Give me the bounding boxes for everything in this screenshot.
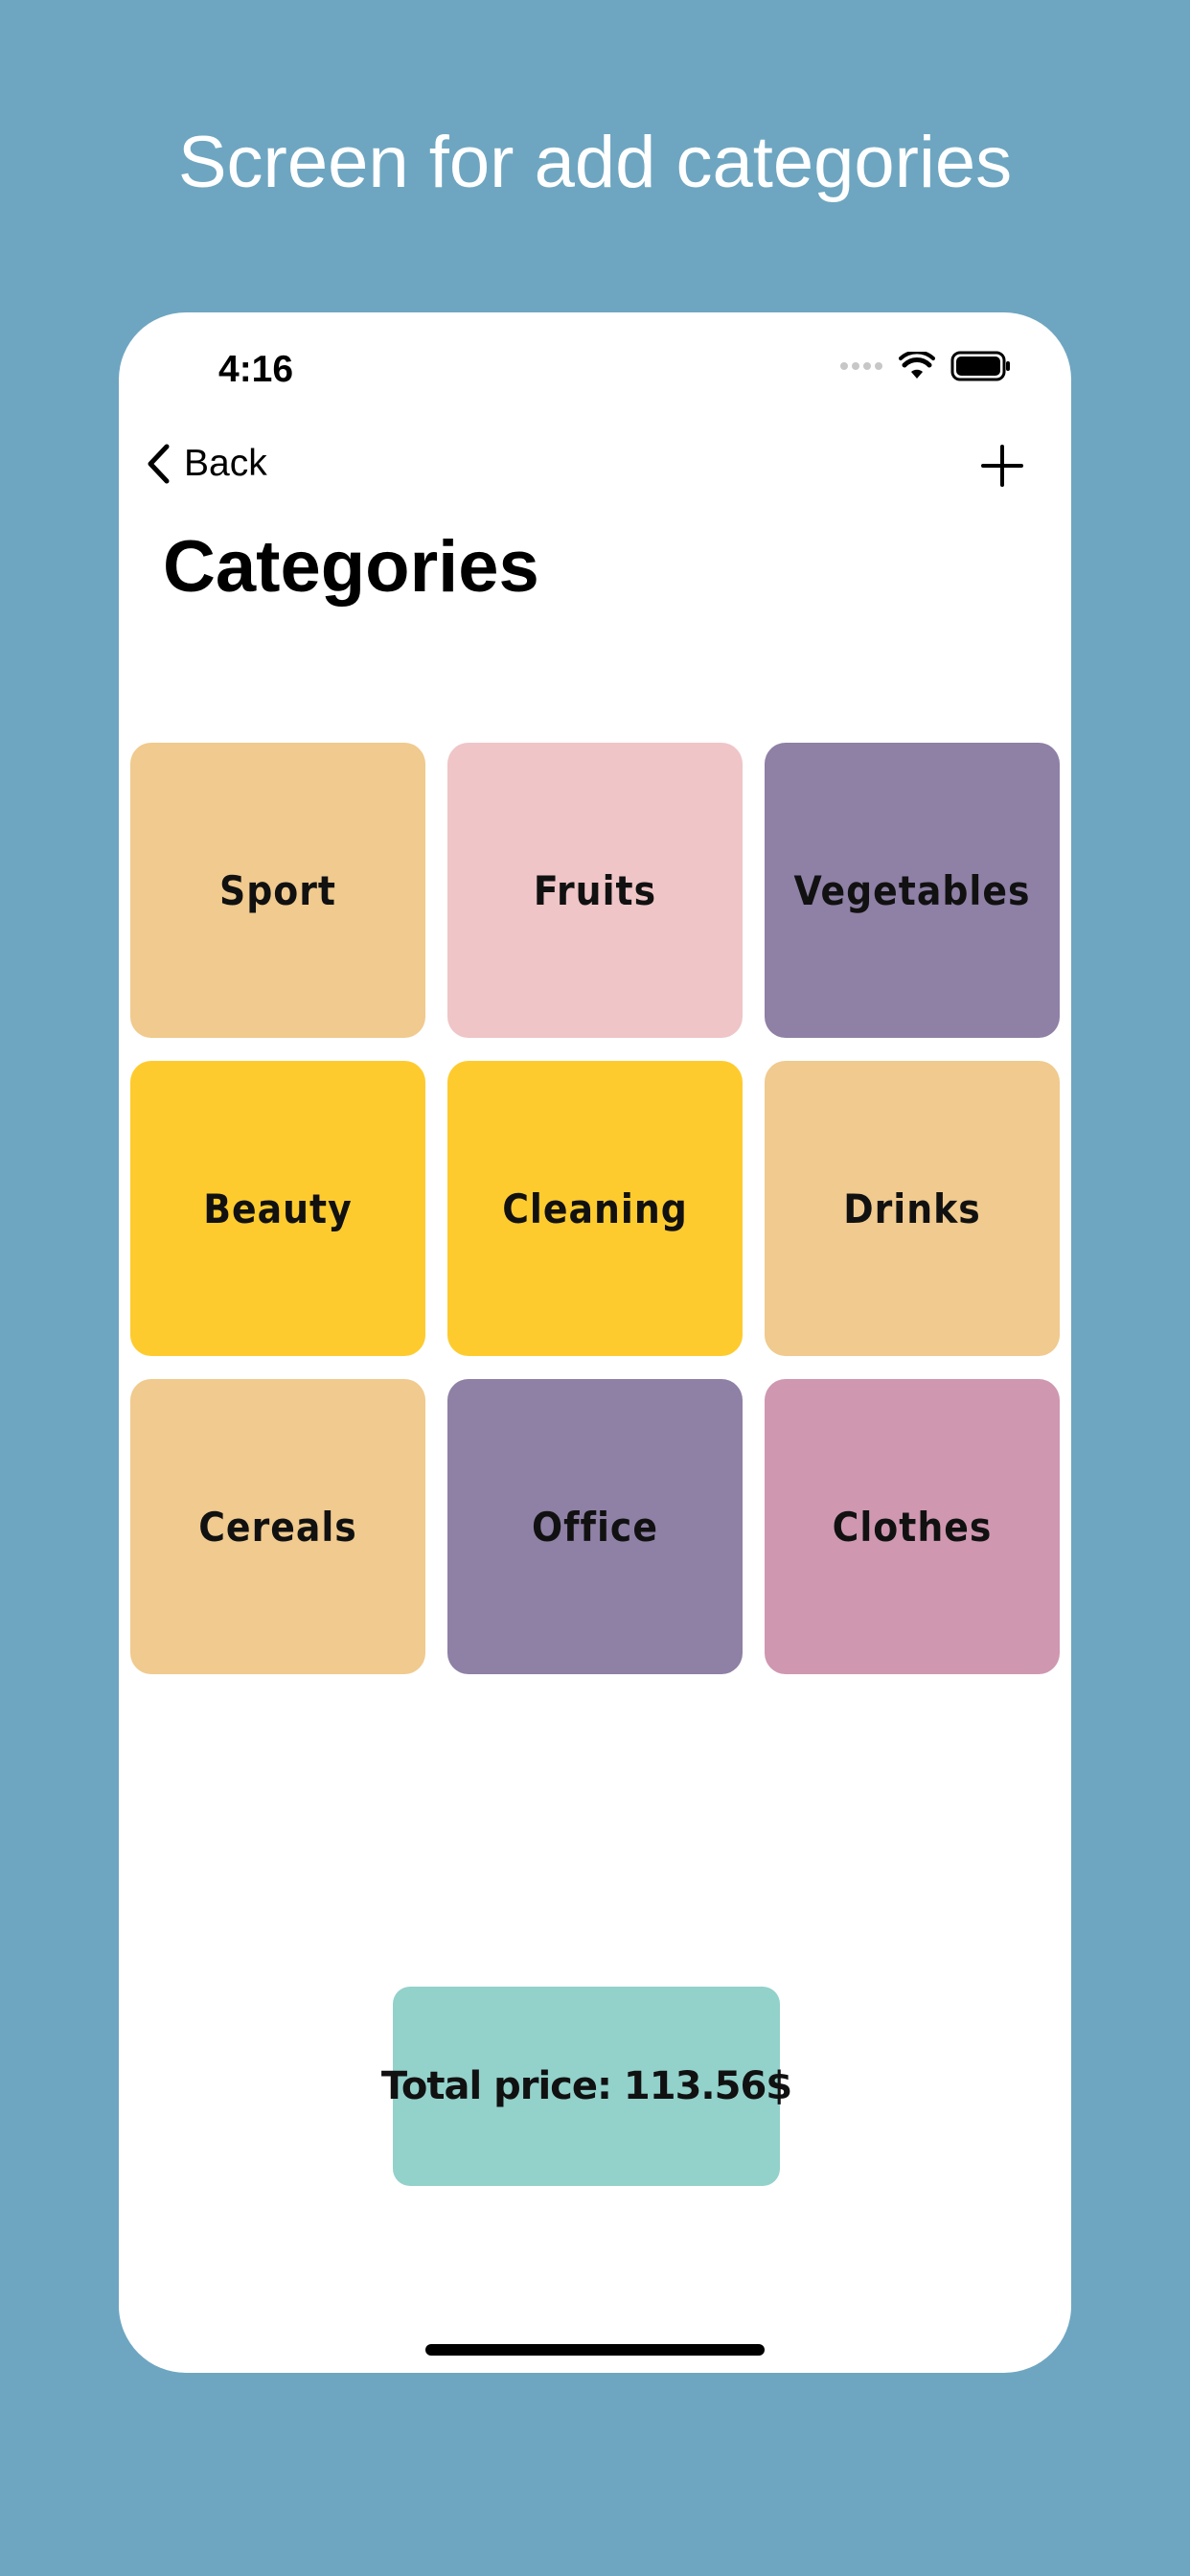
signal-icon — [840, 362, 882, 370]
chevron-left-icon — [148, 444, 170, 484]
home-indicator — [425, 2344, 765, 2356]
category-label: Drinks — [843, 1184, 981, 1232]
category-tile[interactable]: Drinks — [765, 1061, 1060, 1356]
status-icons — [839, 351, 1012, 381]
phone-screen: 4:16 Back Categories Sport Fruits Vegeta… — [119, 312, 1071, 2373]
category-label: Fruits — [533, 866, 657, 914]
category-label: Clothes — [832, 1503, 993, 1551]
category-tile[interactable]: Cereals — [130, 1379, 425, 1674]
plus-icon — [981, 445, 1023, 487]
back-label: Back — [184, 443, 267, 484]
category-tile[interactable]: Clothes — [765, 1379, 1060, 1674]
category-tile[interactable]: Sport — [130, 743, 425, 1038]
page-headline: Screen for add categories — [177, 122, 1013, 203]
category-tile[interactable]: Beauty — [130, 1061, 425, 1356]
total-price-label: Total price: 113.56$ — [380, 2064, 792, 2108]
category-tile[interactable]: Vegetables — [765, 743, 1060, 1038]
category-tile[interactable]: Fruits — [447, 743, 743, 1038]
back-button[interactable]: Back — [146, 437, 267, 491]
add-category-button[interactable] — [975, 439, 1029, 493]
status-time: 4:16 — [218, 349, 294, 390]
category-label: Cleaning — [502, 1184, 688, 1232]
category-label: Beauty — [203, 1184, 353, 1232]
category-grid: Sport Fruits Vegetables Beauty Cleaning … — [130, 743, 1060, 1674]
category-tile[interactable]: Office — [447, 1379, 743, 1674]
category-label: Vegetables — [793, 866, 1031, 914]
category-label: Cereals — [198, 1503, 357, 1551]
page-title: Categories — [163, 526, 539, 608]
total-price-box: Total price: 113.56$ — [381, 1987, 792, 2186]
wifi-icon — [899, 352, 935, 379]
category-label: Sport — [219, 866, 336, 914]
battery-icon — [950, 351, 1010, 381]
category-tile[interactable]: Cleaning — [447, 1061, 743, 1356]
category-label: Office — [532, 1503, 658, 1551]
